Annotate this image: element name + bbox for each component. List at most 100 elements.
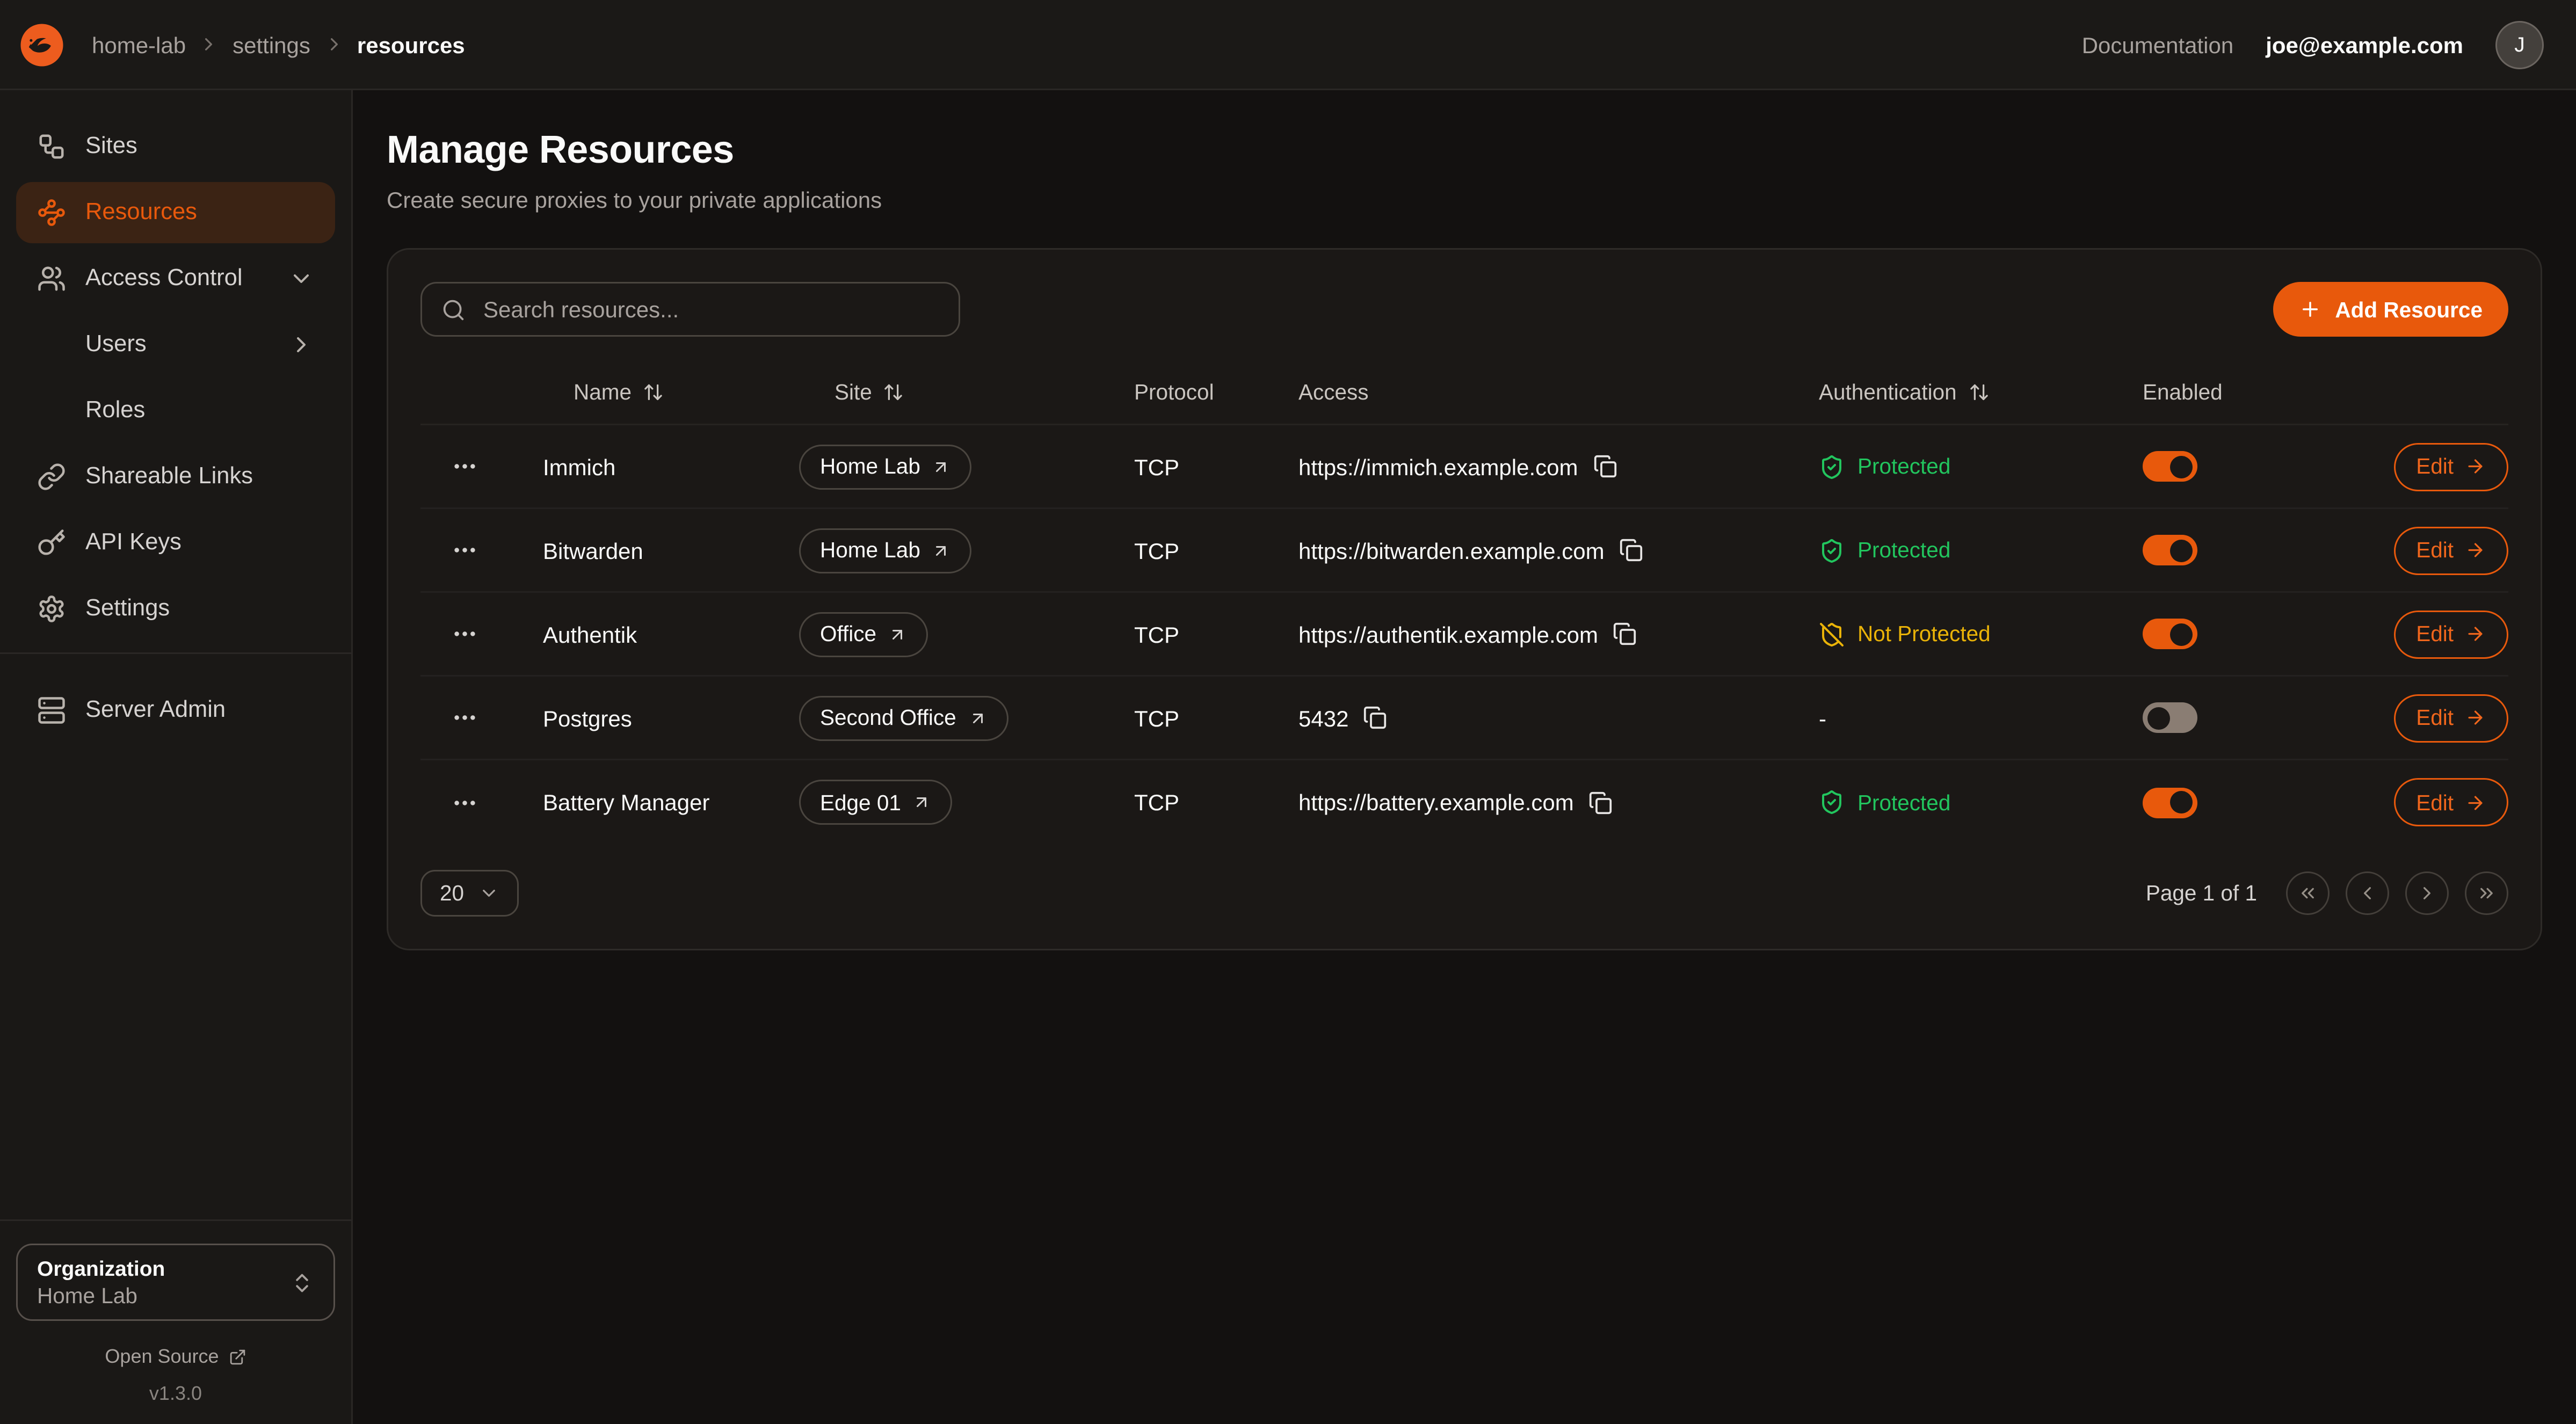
enabled-cell (2143, 787, 2373, 818)
copy-icon (1588, 790, 1613, 815)
avatar[interactable]: J (2495, 20, 2544, 69)
sidebar-item-access-control[interactable]: Access Control (16, 248, 335, 309)
sidebar-item-label: Sites (85, 134, 137, 159)
copy-icon[interactable] (1363, 706, 1387, 730)
sidebar: Sites ResourcesAccess ControlUsersRolesSh… (0, 90, 353, 1424)
sidebar-item-settings[interactable]: Settings (16, 578, 335, 640)
enabled-toggle[interactable] (2143, 702, 2197, 733)
shield-check-icon (1819, 789, 1845, 815)
access-url: 5432 (1298, 705, 1348, 731)
page-size-select[interactable]: 20 (420, 870, 519, 917)
row-menu-button[interactable] (441, 695, 487, 740)
open-source-link[interactable]: Open Source (16, 1345, 335, 1368)
add-resource-label: Add Resource (2335, 297, 2483, 322)
last-page-button[interactable] (2465, 871, 2508, 915)
sidebar-item-users[interactable]: Users (16, 314, 335, 375)
edit-label: Edit (2416, 454, 2454, 478)
ellipsis-icon (451, 536, 478, 564)
resource-name: Bitwarden (543, 537, 799, 563)
enabled-toggle[interactable] (2143, 451, 2197, 482)
site-link-button[interactable]: Home Lab (799, 528, 972, 573)
sidebar-item-sites[interactable]: Sites (16, 116, 335, 177)
sidebar-item-server-admin[interactable]: Server Admin (16, 680, 335, 741)
row-actions-cell (420, 528, 543, 573)
site-link-button[interactable]: Home Lab (799, 444, 972, 489)
edit-button[interactable]: Edit (2393, 442, 2508, 491)
breadcrumb-item-resources[interactable]: resources (357, 32, 465, 57)
edit-cell: Edit (2373, 526, 2508, 575)
copy-icon[interactable] (1593, 454, 1617, 478)
shield-check-icon (1819, 454, 1845, 479)
protocol-cell: TCP (1134, 454, 1298, 479)
organization-texts: Organization Home Lab (37, 1256, 290, 1308)
enabled-toggle[interactable] (2143, 619, 2197, 649)
edit-button[interactable]: Edit (2393, 694, 2508, 742)
sort-icon (1968, 382, 1989, 403)
column-header-site[interactable]: Site (799, 380, 1134, 404)
edit-button[interactable]: Edit (2393, 526, 2508, 575)
enabled-cell (2143, 619, 2373, 649)
row-actions-cell (420, 695, 543, 740)
breadcrumb-item-home-lab[interactable]: home-lab (92, 32, 186, 57)
row-menu-button[interactable] (441, 612, 487, 657)
arrow-up-right-icon (932, 541, 951, 560)
copy-icon[interactable] (1613, 622, 1637, 646)
edit-button[interactable]: Edit (2393, 778, 2508, 826)
protocol-cell: TCP (1134, 621, 1298, 647)
access-url: https://bitwarden.example.com (1298, 537, 1605, 563)
enabled-cell (2143, 535, 2373, 565)
page-size-value: 20 (440, 881, 464, 905)
chevrons-left-icon (2297, 883, 2318, 904)
copy-icon (1613, 622, 1637, 646)
arrow-right-icon (2465, 540, 2486, 561)
breadcrumb-separator-icon (199, 34, 220, 55)
row-menu-button[interactable] (441, 780, 487, 825)
open-source-label: Open Source (105, 1345, 219, 1368)
access-cell: https://authentik.example.com (1298, 621, 1819, 647)
site-link-button[interactable]: Second Office (799, 695, 1008, 740)
search-icon (441, 297, 466, 322)
enabled-toggle[interactable] (2143, 535, 2197, 565)
next-page-button[interactable] (2405, 871, 2449, 915)
row-actions-cell (420, 444, 543, 489)
arrow-up-right-icon (968, 708, 987, 728)
access-url: https://authentik.example.com (1298, 621, 1598, 647)
sidebar-item-roles[interactable]: Roles (16, 380, 335, 441)
authentication-badge: Protected (1819, 454, 2143, 479)
sidebar-item-shareable-links[interactable]: Shareable Links (16, 446, 335, 507)
sidebar-item-api-keys[interactable]: API Keys (16, 512, 335, 573)
sidebar-bottom: Organization Home Lab Open Source v1.3.0 (0, 1219, 351, 1405)
column-header-name[interactable]: Name (543, 380, 799, 404)
previous-page-button[interactable] (2346, 871, 2389, 915)
edit-button[interactable]: Edit (2393, 610, 2508, 658)
enabled-toggle[interactable] (2143, 787, 2197, 818)
organization-picker[interactable]: Organization Home Lab (16, 1244, 335, 1321)
row-menu-button[interactable] (441, 444, 487, 489)
access-cell: https://immich.example.com (1298, 454, 1819, 479)
enabled-cell (2143, 451, 2373, 482)
column-header-authentication[interactable]: Authentication (1819, 380, 2143, 404)
copy-icon[interactable] (1588, 790, 1613, 815)
row-menu-button[interactable] (441, 528, 487, 573)
search-input[interactable] (480, 295, 939, 324)
authentication-badge: Protected (1819, 537, 2143, 563)
chevron-right-icon (2417, 883, 2437, 904)
external-link-icon (229, 1348, 246, 1365)
site-link-button[interactable]: Office (799, 612, 928, 657)
first-page-button[interactable] (2286, 871, 2330, 915)
column-header-label: Protocol (1134, 380, 1214, 404)
arrow-up-right-icon (932, 457, 951, 476)
documentation-link[interactable]: Documentation (2082, 32, 2234, 57)
add-resource-button[interactable]: Add Resource (2274, 282, 2508, 337)
sidebar-item-resources[interactable]: Resources (16, 182, 335, 243)
copy-icon[interactable] (1619, 538, 1643, 562)
sites-icon (37, 132, 66, 161)
ellipsis-icon (451, 789, 478, 816)
main-content: Manage Resources Create secure proxies t… (353, 90, 2576, 1424)
breadcrumb-item-settings[interactable]: settings (233, 32, 310, 57)
edit-cell: Edit (2373, 610, 2508, 658)
column-header-access: Access (1298, 380, 1819, 404)
table-row: PostgresSecond OfficeTCP5432-Edit (420, 677, 2508, 760)
site-link-button[interactable]: Edge 01 (799, 780, 953, 825)
column-header-label: Site (835, 380, 872, 404)
